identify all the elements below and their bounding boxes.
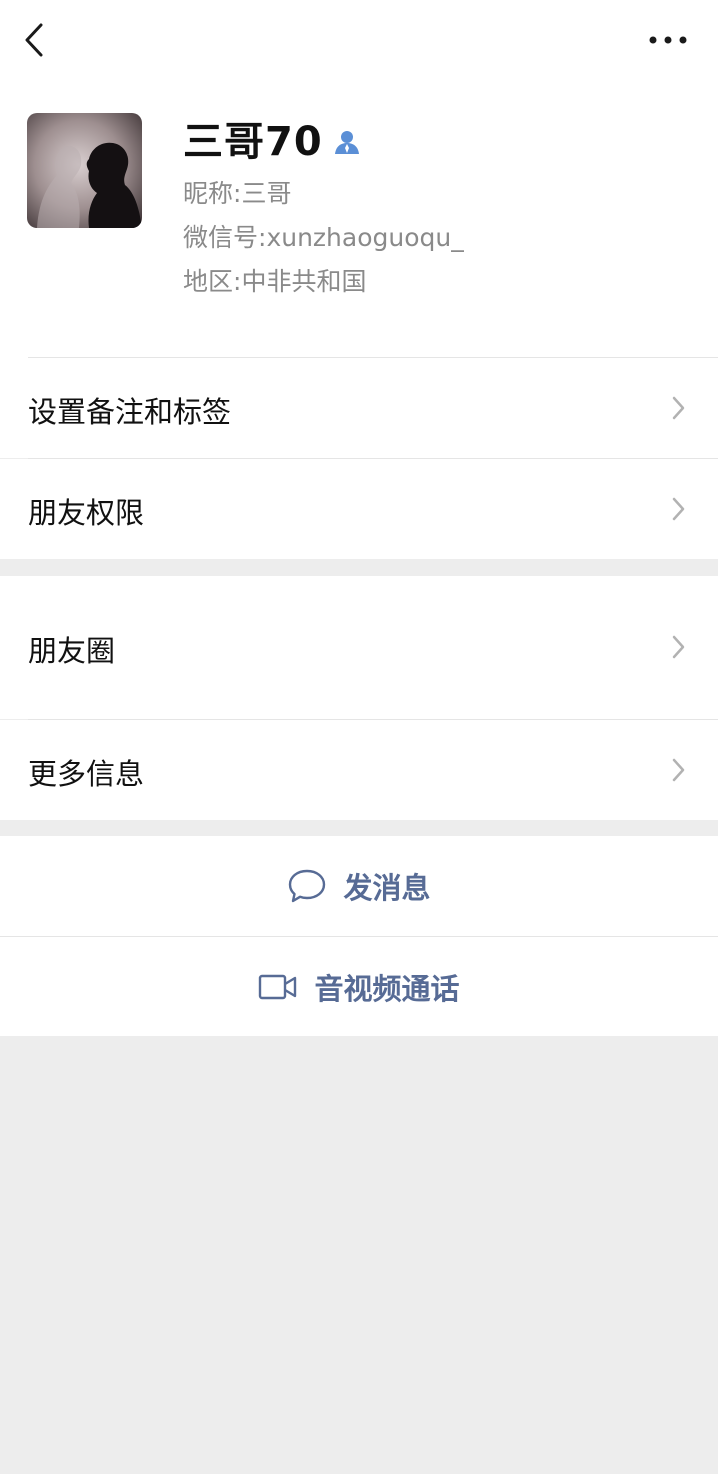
nickname-line: 昵称:三哥	[183, 177, 291, 211]
chevron-right-icon	[672, 635, 685, 659]
profile-header: 三哥70 昵称:三哥 微信号:xunzhaoguoqu_ 地区:中非共和国	[0, 80, 718, 358]
wechat-id-line: 微信号:xunzhaoguoqu_	[183, 221, 464, 255]
chevron-right-icon	[672, 758, 685, 782]
video-camera-icon	[259, 974, 297, 999]
video-call-button[interactable]: 音视频通话	[0, 937, 718, 1036]
chevron-left-icon	[25, 23, 43, 57]
wechat-id-value[interactable]: xunzhaoguoqu_	[266, 223, 463, 252]
contact-name: 三哥70	[183, 119, 323, 165]
top-bar	[0, 0, 718, 80]
chat-bubble-icon	[289, 869, 326, 903]
more-horizontal-icon	[649, 36, 687, 44]
back-button[interactable]	[14, 18, 54, 62]
contact-profile-page: 三哥70 昵称:三哥 微信号:xunzhaoguoqu_ 地区:中非共和国 设置…	[0, 0, 718, 1474]
chevron-right-icon	[672, 396, 685, 420]
friend-permissions-label: 朋友权限	[28, 496, 145, 530]
avatar[interactable]	[27, 113, 142, 228]
region-label: 地区:	[183, 267, 242, 296]
nickname-label: 昵称:	[183, 179, 242, 208]
person-contact-icon	[334, 131, 359, 154]
nickname-value: 三哥	[241, 179, 292, 208]
name-row: 三哥70	[183, 116, 361, 168]
more-info-row[interactable]: 更多信息	[0, 720, 718, 820]
send-message-button[interactable]: 发消息	[0, 836, 718, 936]
moments-label: 朋友圈	[28, 634, 116, 668]
more-options-button[interactable]	[640, 22, 696, 58]
region-line: 地区:中非共和国	[183, 265, 366, 299]
video-call-label: 音视频通话	[314, 971, 460, 1006]
friend-permissions-row[interactable]: 朋友权限	[0, 459, 718, 559]
region-value: 中非共和国	[241, 267, 367, 296]
set-remarks-tags-row[interactable]: 设置备注和标签	[0, 358, 718, 458]
send-message-label: 发消息	[343, 871, 431, 905]
set-remarks-tags-label: 设置备注和标签	[28, 395, 232, 429]
moments-row[interactable]: 朋友圈	[0, 576, 718, 719]
chevron-right-icon	[672, 497, 685, 521]
more-info-label: 更多信息	[28, 757, 145, 791]
wechat-id-label: 微信号:	[183, 223, 267, 252]
